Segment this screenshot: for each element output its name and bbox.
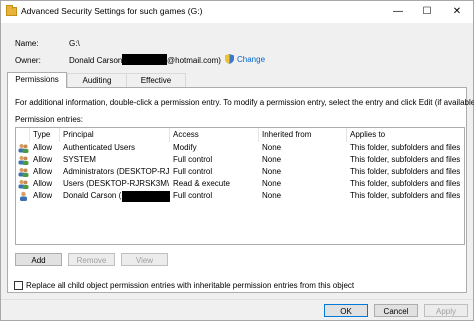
change-owner-link[interactable]: Change <box>237 55 265 64</box>
row-inherited-from: None <box>262 167 282 176</box>
replace-child-permissions-checkbox[interactable] <box>14 281 23 290</box>
owner-email-suffix: @hotmail.com) <box>167 56 221 65</box>
column-header-access[interactable]: Access <box>170 128 259 142</box>
single-user-icon <box>20 191 27 201</box>
cancel-button[interactable]: Cancel <box>374 304 418 317</box>
group-users-icon <box>18 168 29 177</box>
row-applies-to: This folder, subfolders and files <box>350 167 461 176</box>
group-users-icon <box>18 156 29 165</box>
table-row[interactable]: Allow Administrators (DESKTOP-RJR... Ful… <box>16 166 464 178</box>
row-type: Allow <box>33 167 53 176</box>
redacted-email <box>122 54 167 65</box>
table-row[interactable]: Allow Donald Carson ( Full control None … <box>16 190 464 202</box>
row-type: Allow <box>33 143 53 152</box>
footer-divider <box>1 299 473 300</box>
row-applies-to: This folder, subfolders and files <box>350 179 461 188</box>
permission-entries-list[interactable]: Type Principal Access Inherited from App… <box>15 127 465 245</box>
row-principal: Users (DESKTOP-RJRSK3M\Use... <box>63 179 169 188</box>
permissions-info-text: For additional information, double-click… <box>15 98 474 107</box>
ok-button[interactable]: OK <box>324 304 368 317</box>
column-header-type[interactable]: Type <box>30 128 60 142</box>
row-inherited-from: None <box>262 179 282 188</box>
row-inherited-from: None <box>262 191 282 200</box>
apply-button[interactable]: Apply <box>424 304 468 317</box>
row-access: Read & execute <box>173 179 230 188</box>
table-row[interactable]: Allow Authenticated Users Modify None Th… <box>16 142 464 154</box>
remove-button[interactable]: Remove <box>68 253 115 266</box>
column-header-inherited-from[interactable]: Inherited from <box>259 128 347 142</box>
column-header-icon <box>16 128 30 142</box>
group-users-icon <box>18 144 29 153</box>
name-value: G:\ <box>69 39 80 48</box>
row-principal: Donald Carson ( <box>63 191 122 200</box>
column-header-principal[interactable]: Principal <box>60 128 170 142</box>
minimize-button[interactable]: — <box>384 2 412 22</box>
row-access: Full control <box>173 167 213 176</box>
tab-effective-access[interactable]: Effective Access <box>126 73 186 99</box>
title-bar[interactable]: Advanced Security Settings for such game… <box>1 1 473 23</box>
window-title: Advanced Security Settings for such game… <box>21 6 203 16</box>
table-row[interactable]: Allow SYSTEM Full control None This fold… <box>16 154 464 166</box>
row-access: Modify <box>173 143 197 152</box>
row-principal: Authenticated Users <box>63 143 136 152</box>
replace-child-permissions-label[interactable]: Replace all child object permission entr… <box>26 281 354 290</box>
row-type: Allow <box>33 191 53 200</box>
column-header-applies-to[interactable]: Applies to <box>347 128 464 142</box>
close-button[interactable]: ✕ <box>443 2 471 22</box>
add-button[interactable]: Add <box>15 253 62 266</box>
view-button[interactable]: View <box>121 253 168 266</box>
tab-auditing[interactable]: Auditing <box>67 73 127 87</box>
row-type: Allow <box>33 179 53 188</box>
row-applies-to: This folder, subfolders and files <box>350 191 461 200</box>
row-applies-to: This folder, subfolders and files <box>350 143 461 152</box>
folder-icon <box>6 5 17 16</box>
row-applies-to: This folder, subfolders and files <box>350 155 461 164</box>
maximize-button[interactable]: ☐ <box>413 2 441 22</box>
owner-name: Donald Carson <box>69 56 123 65</box>
row-type: Allow <box>33 155 53 164</box>
row-inherited-from: None <box>262 143 282 152</box>
tab-permissions[interactable]: Permissions <box>7 72 67 88</box>
owner-label: Owner: <box>15 56 41 65</box>
row-inherited-from: None <box>262 155 282 164</box>
permission-entries-label: Permission entries: <box>15 115 84 124</box>
name-label: Name: <box>15 39 39 48</box>
row-principal: SYSTEM <box>63 155 96 164</box>
list-header: Type Principal Access Inherited from App… <box>16 128 464 142</box>
table-row[interactable]: Allow Users (DESKTOP-RJRSK3M\Use... Read… <box>16 178 464 190</box>
group-users-icon <box>18 180 29 189</box>
row-principal: Administrators (DESKTOP-RJR... <box>63 167 169 176</box>
advanced-security-settings-window: Advanced Security Settings for such game… <box>0 0 474 321</box>
row-access: Full control <box>173 155 213 164</box>
redacted-principal-email <box>122 191 170 202</box>
row-access: Full control <box>173 191 213 200</box>
uac-shield-icon <box>225 54 234 64</box>
